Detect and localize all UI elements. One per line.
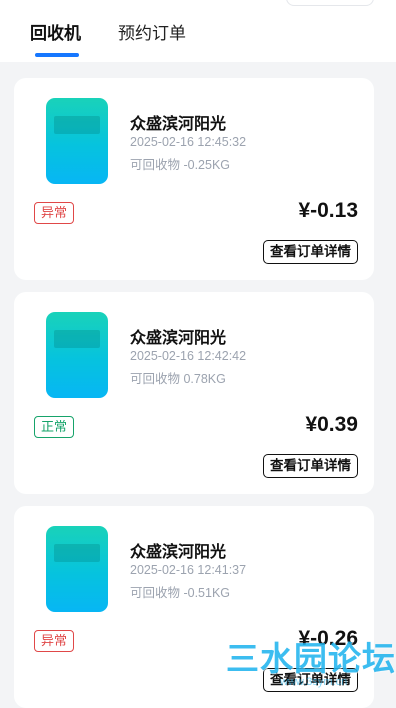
order-station-name: 众盛滨河阳光 (130, 544, 227, 561)
recycle-bin-icon (46, 526, 108, 612)
recycle-bin-icon (46, 312, 108, 398)
tab-recycle-machine[interactable]: 回收机 (30, 24, 81, 44)
order-time: 2025-02-16 12:45:32 (130, 135, 247, 149)
top-capsule (286, 0, 374, 6)
view-order-details-button[interactable]: 查看订单详情 (263, 454, 358, 478)
order-weight: 可回收物 0.78KG (130, 372, 226, 386)
order-station-name: 众盛滨河阳光 (130, 330, 227, 347)
order-time: 2025-02-16 12:41:37 (130, 563, 247, 577)
status-badge: 异常 (34, 202, 75, 224)
bin-slot (54, 116, 100, 134)
order-card[interactable]: 众盛滨河阳光 2025-02-16 12:42:42 可回收物 0.78KG 正… (14, 292, 374, 494)
watermark-url: www.3sym.cn (280, 676, 348, 688)
top-tab-bar: 回收机 预约订单 (0, 0, 396, 62)
watermark-title: 三水园论坛 (226, 640, 396, 677)
recycle-bin-icon (46, 98, 108, 184)
bin-slot (54, 544, 100, 562)
status-badge: 正常 (34, 416, 75, 438)
order-weight: 可回收物 -0.51KG (130, 586, 231, 600)
order-price: ¥-0.13 (298, 199, 358, 222)
status-badge: 异常 (34, 630, 75, 652)
forum-watermark: 三水园论坛 www.3sym.cn (226, 632, 396, 696)
order-station-name: 众盛滨河阳光 (130, 116, 227, 133)
order-price: ¥0.39 (305, 413, 358, 436)
order-weight: 可回收物 -0.25KG (130, 158, 231, 172)
order-card[interactable]: 众盛滨河阳光 2025-02-16 12:45:32 可回收物 -0.25KG … (14, 78, 374, 280)
view-order-details-button[interactable]: 查看订单详情 (263, 240, 358, 264)
tab-appointment-orders[interactable]: 预约订单 (118, 24, 186, 44)
order-time: 2025-02-16 12:42:42 (130, 349, 247, 363)
active-tab-indicator (35, 53, 79, 57)
bin-slot (54, 330, 100, 348)
